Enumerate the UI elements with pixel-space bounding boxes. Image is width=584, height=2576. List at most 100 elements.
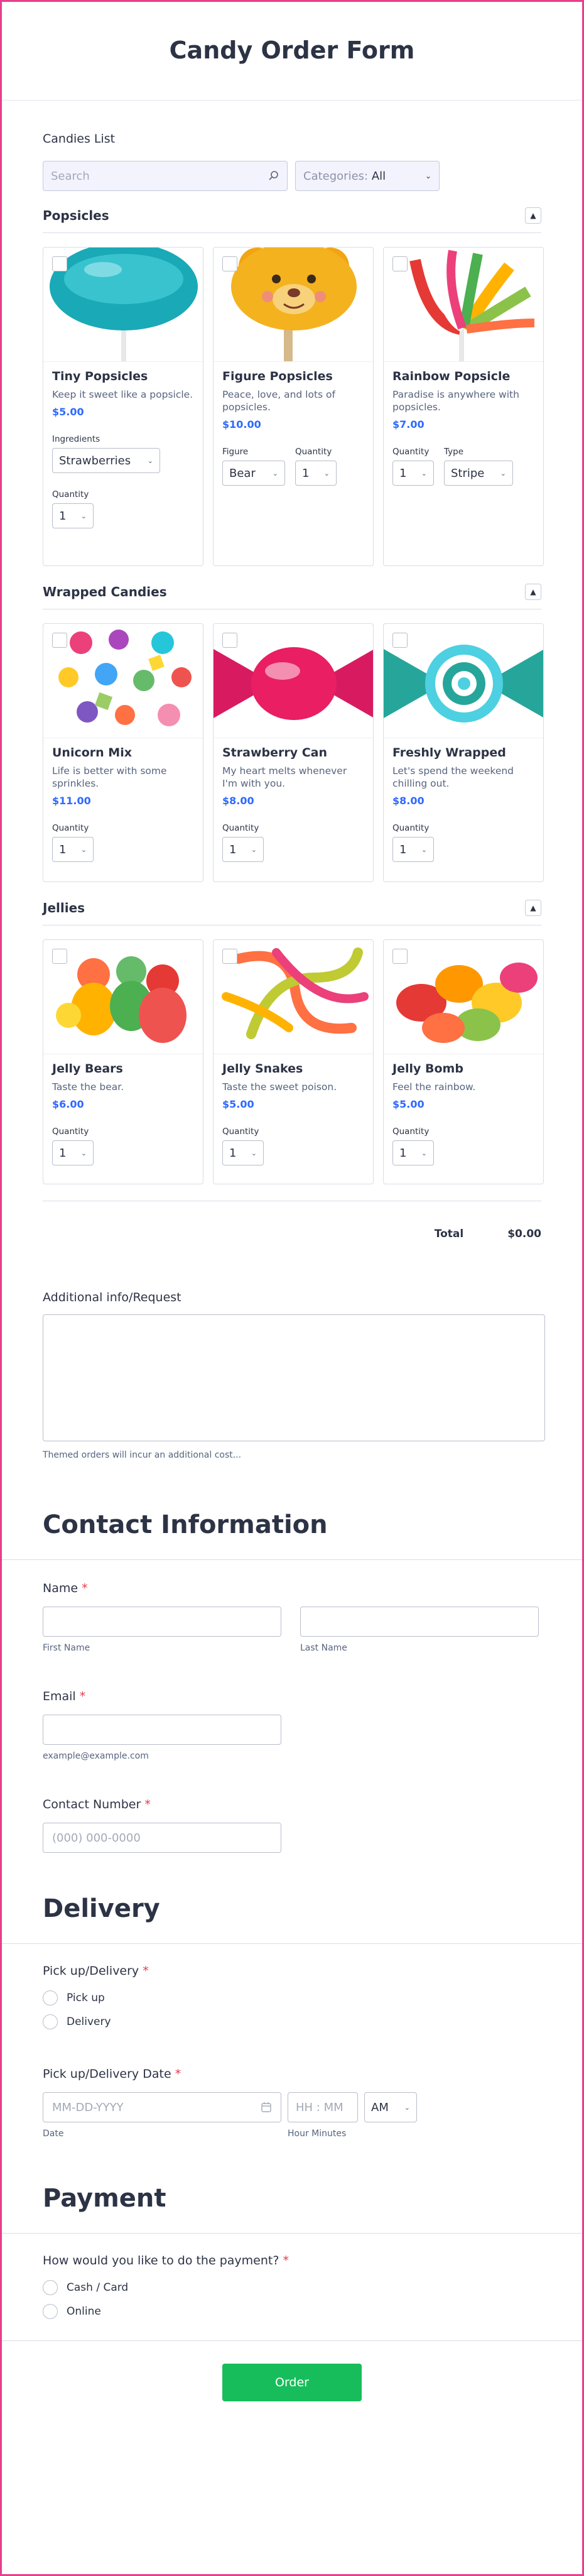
quantity-select[interactable]: 1 ⌄ [52, 503, 94, 528]
select-value: 1 [229, 843, 237, 856]
last-name-sublabel: Last Name [300, 1643, 347, 1653]
select-value: 1 [399, 466, 407, 480]
radio-pickup[interactable]: Pick up [43, 1990, 541, 2006]
product-checkbox[interactable] [392, 949, 408, 964]
select-value: 1 [302, 466, 310, 480]
collapse-icon[interactable]: ▲ [525, 207, 541, 224]
quantity-select[interactable]: 1 ⌄ [392, 837, 434, 862]
product-price: $6.00 [52, 1098, 84, 1110]
chevron-down-icon: ⌄ [251, 845, 257, 854]
form-title: Candy Order Form [169, 36, 415, 64]
product-checkbox[interactable] [222, 633, 237, 648]
date-label: Pick up/Delivery Date * [43, 2067, 181, 2081]
chevron-down-icon: ⌄ [424, 172, 431, 180]
categories-select[interactable]: Categories: All ⌄ [295, 161, 440, 191]
quantity-label: Quantity [392, 447, 430, 457]
pickup-delivery-label: Pick up/Delivery * [43, 1964, 149, 1978]
additional-info-textarea[interactable] [43, 1314, 545, 1441]
time-input[interactable]: HH : MM [288, 2092, 358, 2122]
search-input[interactable]: Search [43, 161, 288, 191]
last-name-input[interactable] [300, 1607, 539, 1637]
chevron-down-icon: ⌄ [251, 1149, 257, 1157]
radio-circle[interactable] [43, 2014, 58, 2029]
first-name-input[interactable] [43, 1607, 281, 1637]
time-placeholder: HH : MM [296, 2100, 343, 2114]
product-price: $5.00 [52, 406, 84, 418]
quantity-select[interactable]: 1 ⌄ [52, 1140, 94, 1165]
date-sublabel: Date [43, 2129, 64, 2139]
total-value: $0.00 [507, 1228, 541, 1240]
quantity-select[interactable]: 1 ⌄ [222, 837, 264, 862]
product-checkbox[interactable] [52, 256, 67, 271]
quantity-select[interactable]: 1 ⌄ [52, 837, 94, 862]
product-description: My heart melts whenever I'm with you. [222, 765, 347, 789]
product-image [43, 624, 203, 738]
product-name: Strawberry Can [222, 746, 328, 760]
product-checkbox[interactable] [392, 633, 408, 648]
radio-circle[interactable] [43, 2280, 58, 2295]
quantity-label: Quantity [52, 823, 89, 833]
product-checkbox[interactable] [222, 949, 237, 964]
select-value: 1 [59, 843, 67, 856]
product-name: Jelly Bomb [392, 1062, 463, 1076]
quantity-label: Quantity [222, 1127, 259, 1137]
product-image [43, 248, 203, 362]
category-title: Wrapped Candies [43, 584, 167, 599]
product-checkbox[interactable] [392, 256, 408, 271]
radio-cash-card[interactable]: Cash / Card [43, 2280, 541, 2295]
contact-number-input[interactable]: (000) 000-0000 [43, 1823, 281, 1853]
product-price: $7.00 [392, 418, 424, 430]
delivery-section-title: Delivery [43, 1894, 160, 1923]
product-description: Taste the sweet poison. [222, 1081, 337, 1093]
ingredients-select[interactable]: Strawberries ⌄ [52, 448, 160, 473]
product-card: Unicorn Mix Life is better with some spr… [43, 623, 203, 882]
chevron-down-icon: ⌄ [421, 845, 427, 854]
collapse-icon[interactable]: ▲ [525, 900, 541, 916]
product-card: Tiny Popsicles Keep it sweet like a pops… [43, 247, 203, 566]
radio-label: Delivery [67, 2016, 111, 2028]
ampm-select[interactable]: AM ⌄ [364, 2092, 417, 2122]
quantity-select[interactable]: 1 ⌄ [392, 1140, 434, 1165]
product-price: $8.00 [222, 795, 254, 807]
product-checkbox[interactable] [222, 256, 237, 271]
contact-number-placeholder: (000) 000-0000 [52, 1831, 141, 1845]
product-card: Rainbow Popsicle Paradise is anywhere wi… [383, 247, 544, 566]
product-checkbox[interactable] [52, 633, 67, 648]
categories-label: Categories: [303, 169, 369, 183]
radio-online[interactable]: Online [43, 2304, 541, 2319]
time-sublabel: Hour Minutes [288, 2129, 347, 2139]
product-price: $5.00 [392, 1098, 424, 1110]
radio-circle[interactable] [43, 1990, 58, 2006]
collapse-icon[interactable]: ▲ [525, 584, 541, 600]
date-input[interactable]: MM-DD-YYYY [43, 2092, 281, 2122]
quantity-select[interactable]: 1 ⌄ [295, 461, 337, 486]
type-select[interactable]: Stripe ⌄ [444, 461, 513, 486]
product-image [214, 624, 373, 738]
order-button[interactable]: Order [222, 2364, 362, 2401]
product-description: Life is better with some sprinkles. [52, 765, 167, 789]
category-header-popsicles: Popsicles ▲ [43, 207, 541, 233]
contact-number-label: Contact Number * [43, 1798, 151, 1811]
radio-delivery[interactable]: Delivery [43, 2014, 541, 2029]
select-value: 1 [59, 509, 67, 523]
quantity-select[interactable]: 1 ⌄ [392, 461, 434, 486]
radio-circle[interactable] [43, 2304, 58, 2319]
category-header-wrapped: Wrapped Candies ▲ [43, 584, 541, 609]
email-label: Email * [43, 1689, 86, 1703]
option-label: Figure [222, 447, 249, 457]
product-card: Jelly Bears Taste the bear. $6.00 Quanti… [43, 939, 203, 1184]
product-checkbox[interactable] [52, 949, 67, 964]
select-value: Strawberries [59, 454, 131, 467]
quantity-select[interactable]: 1 ⌄ [222, 1140, 264, 1165]
product-description: Taste the bear. [52, 1081, 124, 1093]
search-placeholder: Search [51, 169, 90, 183]
categories-value: All [371, 169, 386, 183]
email-input[interactable] [43, 1715, 281, 1745]
product-description: Peace, love, and lots of popsicles. [222, 389, 335, 413]
product-description: Let's spend the weekend chilling out. [392, 765, 514, 789]
product-description: Feel the rainbow. [392, 1081, 476, 1093]
figure-select[interactable]: Bear ⌄ [222, 461, 285, 486]
calendar-icon[interactable] [261, 2102, 272, 2113]
chevron-down-icon: ⌄ [80, 1149, 87, 1157]
product-name: Figure Popsicles [222, 369, 333, 383]
